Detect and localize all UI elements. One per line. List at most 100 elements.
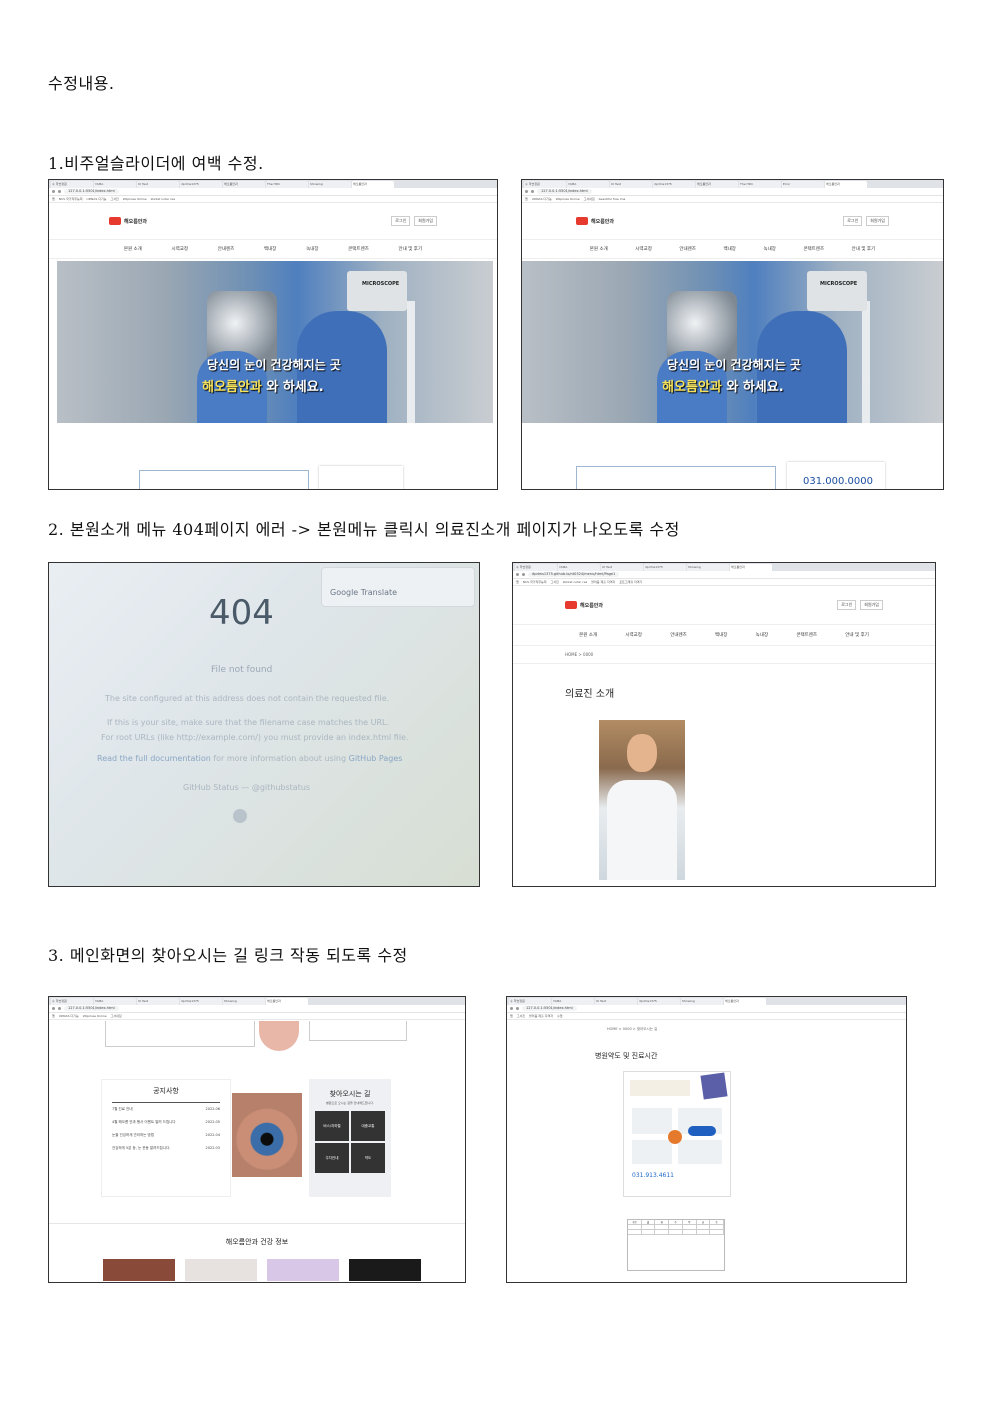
nav-item[interactable]: 본원 소개	[590, 246, 608, 252]
browser-tab-active[interactable]: 해오름안과	[730, 564, 772, 571]
notice-item[interactable]: 눈을 건강하게 관리하는 방법 2022.04	[102, 1129, 230, 1142]
browser-tab[interactable]: 수 학습정원	[509, 998, 551, 1005]
browser-tab[interactable]: 수 학습정원	[51, 181, 93, 188]
browser-tab[interactable]: UI Test	[137, 181, 179, 188]
nav-item[interactable]: 백내장	[264, 246, 276, 252]
browser-tab[interactable]: dpdms1375	[180, 998, 222, 1005]
health-thumbnail[interactable]	[103, 1259, 175, 1281]
reload-icon[interactable]	[522, 573, 525, 576]
login-button[interactable]: 로그인	[837, 600, 857, 610]
github-pages-link[interactable]: GitHub Pages	[349, 754, 403, 763]
browser-tab[interactable]: 수 학습정원	[524, 181, 566, 188]
browser-tab[interactable]: UI Test	[610, 181, 652, 188]
google-translate-popup[interactable]: Google Translate	[321, 567, 475, 607]
nav-item[interactable]: 안내렌즈	[679, 246, 696, 252]
login-button[interactable]: 로그인	[391, 216, 411, 226]
browser-tab[interactable]: The HDC	[739, 181, 781, 188]
join-button[interactable]: 회원가입	[414, 216, 437, 226]
site-logo[interactable]: 해오름안과	[565, 601, 603, 609]
browser-tab[interactable]: YAMA	[94, 181, 136, 188]
nav-item[interactable]: 녹내장	[756, 632, 768, 638]
browser-tab[interactable]: YAMA	[558, 564, 600, 571]
url-field[interactable]: dpdms1375.github.io/nt0324/menu/html/Pag…	[528, 572, 620, 577]
browser-tab[interactable]: dpdms1375	[653, 181, 695, 188]
browser-tab-active[interactable]: 해오름안과	[825, 181, 867, 188]
nav-item[interactable]: 녹내장	[306, 246, 318, 252]
bookmark[interactable]: UDNAS 다기능	[87, 197, 107, 201]
browser-tab[interactable]: Showing	[687, 564, 729, 571]
nav-item[interactable]: 콘택트렌즈	[796, 632, 817, 638]
directions-link-parking[interactable]: 주차안내	[315, 1143, 349, 1173]
nav-item[interactable]: 콘택트렌즈	[348, 246, 369, 252]
nav-item[interactable]: 본원 소개	[579, 632, 597, 638]
nav-item[interactable]: 녹내장	[763, 246, 775, 252]
bookmark[interactable]: 블러음 제출 자격자	[591, 580, 615, 584]
visual-slider[interactable]: MICROSCOPE 당신의 눈이 건강해지는 곳 해오름안과 와 하세요.	[522, 261, 943, 423]
browser-tab-active[interactable]: 해오름안과	[352, 181, 394, 188]
bookmark[interactable]: 그서진	[551, 580, 559, 584]
bookmark[interactable]: 블러음 제출 자격자	[529, 1014, 553, 1018]
join-button[interactable]: 회원가입	[860, 600, 883, 610]
bookmark[interactable]: 포트그래킹 자격가	[619, 580, 642, 584]
bookmark[interactable]: 그서내집	[584, 197, 595, 201]
browser-tab[interactable]: Showing	[309, 181, 351, 188]
reload-icon[interactable]	[58, 190, 61, 193]
nav-item[interactable]: 본원 소개	[124, 246, 142, 252]
reload-icon[interactable]	[58, 1007, 61, 1010]
browser-tab[interactable]: 해오름안과	[223, 181, 265, 188]
url-field[interactable]: 127.0.0.1:5501/index.html	[64, 189, 119, 194]
directions-link-transit[interactable]: 대중교통	[351, 1111, 385, 1141]
bookmark[interactable]: 그서진	[517, 1014, 525, 1018]
nav-item[interactable]: 콘택트렌즈	[803, 246, 824, 252]
nav-item[interactable]: 안내렌즈	[218, 246, 235, 252]
browser-tab-active[interactable]: 해오름안과	[724, 998, 766, 1005]
directions-link-bus[interactable]: 버스/지하철	[315, 1111, 349, 1141]
browser-tab[interactable]: Showing	[681, 998, 723, 1005]
browser-tab[interactable]: YAMA	[567, 181, 609, 188]
nav-item[interactable]: 안내렌즈	[670, 632, 687, 638]
browser-tab[interactable]: 수 학습정원	[51, 998, 93, 1005]
browser-tab-active[interactable]: 해오름안과	[266, 998, 308, 1005]
docs-link[interactable]: Read the full documentation	[97, 754, 211, 763]
nav-item[interactable]: 안내 및 후기	[399, 246, 423, 252]
browser-tab[interactable]: 수 학습정원	[515, 564, 557, 571]
site-logo[interactable]: 해오름안과	[576, 217, 614, 225]
bookmark[interactable]: 앱	[516, 580, 519, 584]
notice-item[interactable]: 4월 해오름 안과 행사 이벤트 알려 드립니다 2022.05	[102, 1116, 230, 1129]
login-button[interactable]: 로그인	[843, 216, 863, 226]
github-icon[interactable]	[233, 809, 247, 823]
back-icon[interactable]	[516, 573, 519, 576]
back-icon[interactable]	[510, 1007, 513, 1010]
browser-tab[interactable]: dpdms1375	[180, 181, 222, 188]
bookmark[interactable]: 앱	[525, 197, 528, 201]
browser-tab[interactable]: dpdms1375	[638, 998, 680, 1005]
bookmark[interactable]: Wiiprisss Online	[123, 197, 147, 201]
reload-icon[interactable]	[516, 1007, 519, 1010]
bookmark[interactable]: 앱	[510, 1014, 513, 1018]
browser-tab[interactable]: 해오름안과	[696, 181, 738, 188]
bookmark[interactable]: kkkkst noter rea	[563, 580, 587, 584]
nav-item[interactable]: 안내 및 후기	[845, 632, 869, 638]
browser-tab[interactable]: YAMA	[552, 998, 594, 1005]
github-status[interactable]: GitHub Status — @githubstatus	[183, 783, 310, 792]
bookmark[interactable]: NCS 국가직무능력	[523, 580, 547, 584]
bookmark[interactable]: 그서진	[110, 197, 118, 201]
back-icon[interactable]	[525, 190, 528, 193]
browser-tab[interactable]: dpdms1375	[644, 564, 686, 571]
bookmark[interactable]: UDNAS 다기능	[532, 197, 552, 201]
bookmark[interactable]: UDNAS 다기능	[59, 1014, 79, 1018]
nav-item[interactable]: 백내장	[723, 246, 735, 252]
url-field[interactable]: 127.0.0.1:5501/index.html	[522, 1006, 577, 1011]
health-thumbnail[interactable]	[267, 1259, 339, 1281]
bookmark[interactable]: 앱	[52, 197, 55, 201]
site-logo[interactable]: 해오름안과	[109, 217, 147, 225]
notice-item[interactable]: 7월 진료 안내 2022.06	[102, 1103, 230, 1116]
visual-slider[interactable]: MICROSCOPE 당신의 눈이 건강해지는 곳 해오름안과 와 하세요.	[57, 261, 493, 423]
browser-tab[interactable]: Showing	[223, 998, 265, 1005]
bookmark[interactable]: 앱	[52, 1014, 55, 1018]
join-button[interactable]: 회원가입	[866, 216, 889, 226]
nav-item[interactable]: 안내 및 후기	[852, 246, 876, 252]
bookmark[interactable]: Wiiprisss Online	[83, 1014, 107, 1018]
back-icon[interactable]	[52, 190, 55, 193]
bookmark[interactable]: NCS 국가직무능력	[59, 197, 83, 201]
